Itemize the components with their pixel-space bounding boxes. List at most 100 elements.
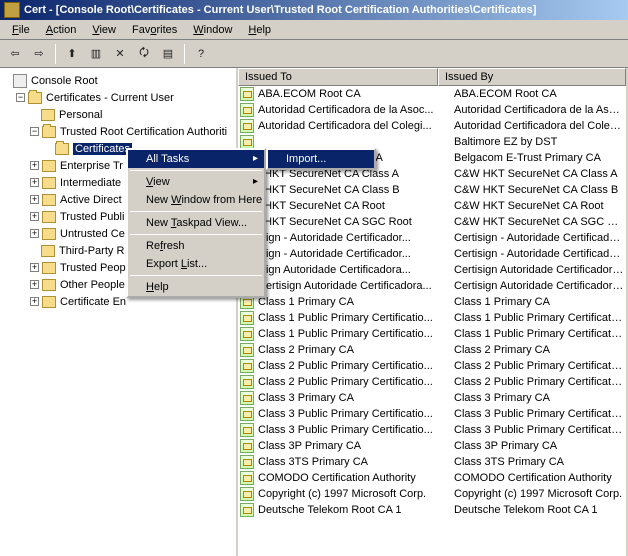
menu-separator [130,275,262,276]
folder-icon [42,126,56,138]
cell-issued-by: Class 1 Primary CA [454,296,624,308]
menuitem-help[interactable]: Help [128,278,264,296]
cell-issued-by: C&W HKT SecureNet CA Class B [454,184,624,196]
cell-issued-to: Autoridad Certificadora de la Asoc... [258,104,454,116]
cell-issued-by: C&W HKT SecureNet CA Class A [454,168,624,180]
cell-issued-by: Class 2 Public Primary Certification A..… [454,376,624,388]
expander-icon[interactable]: + [30,212,39,221]
expander-icon[interactable]: + [30,263,39,272]
cell-issued-by: Class 1 Public Primary Certification A..… [454,328,624,340]
menu-favorites[interactable]: Favorites [124,22,185,38]
tree-selected-label: Certificates [73,143,132,155]
expander-icon[interactable]: + [30,178,39,187]
table-row[interactable]: / HKT SecureNet CA SGC RootC&W HKT Secur… [238,214,626,230]
menuitem-new-taskpad[interactable]: New Taskpad View... [128,214,264,232]
cell-issued-by: Deutsche Telekom Root CA 1 [454,504,624,516]
table-row[interactable]: Class 2 Primary CAClass 2 Primary CA [238,342,626,358]
certificate-icon [240,359,254,373]
table-row[interactable]: Class 2 Public Primary Certificatio...Cl… [238,358,626,374]
expander-icon[interactable]: + [30,297,39,306]
table-row[interactable]: Class 2 Public Primary Certificatio...Cl… [238,374,626,390]
expander-icon[interactable]: − [30,127,39,136]
tree-trusted-root[interactable]: −Trusted Root Certification Authoriti [2,123,234,140]
folder-icon [42,160,56,172]
table-row[interactable]: Class 3P Primary CAClass 3P Primary CA [238,438,626,454]
folder-icon [42,177,56,189]
show-hide-tree-button[interactable]: ▥ [85,43,107,65]
forward-button[interactable]: ⇨ [28,43,50,65]
expander-icon[interactable]: + [30,161,39,170]
tree-personal[interactable]: Personal [2,106,234,123]
column-issued-to[interactable]: Issued To [238,68,438,86]
table-row[interactable]: Class 3 Public Primary Certificatio...Cl… [238,422,626,438]
list-pane[interactable]: Issued To Issued By ABA.ECOM Root CAABA.… [238,68,628,556]
certificate-icon [240,455,254,469]
menuitem-import[interactable]: Import... [268,150,374,168]
tree-pane[interactable]: Console Root −Certificates - Current Use… [0,68,238,556]
cell-issued-by: Class 3TS Primary CA [454,456,624,468]
table-row[interactable]: / HKT SecureNet CA RootC&W HKT SecureNet… [238,198,626,214]
cell-issued-to: Class 3 Public Primary Certificatio... [258,408,454,420]
expander-icon[interactable]: + [30,229,39,238]
table-row[interactable]: isign Autoridade Certificadora...Certisi… [238,262,626,278]
tree-certificates-user[interactable]: −Certificates - Current User [2,89,234,106]
table-row[interactable]: Class 1 Public Primary Certificatio...Cl… [238,326,626,342]
table-row[interactable]: Class 1 Primary CAClass 1 Primary CA [238,294,626,310]
table-row[interactable]: Autoridad Certificadora del Colegi...Aut… [238,118,626,134]
expander-icon[interactable]: + [30,195,39,204]
cell-issued-by: Copyright (c) 1997 Microsoft Corp. [454,488,624,500]
cell-issued-to: Class 1 Public Primary Certificatio... [258,328,454,340]
menu-separator [130,211,262,212]
back-button[interactable]: ⇦ [4,43,26,65]
cell-issued-by: C&W HKT SecureNet CA SGC Root [454,216,624,228]
certificate-icon [240,439,254,453]
refresh-button[interactable]: 🗘 [133,43,155,65]
cell-issued-by: Class 3 Public Primary Certification A..… [454,408,624,420]
table-row[interactable]: isign - Autoridade Certificador...Certis… [238,246,626,262]
cell-issued-to: COMODO Certification Authority [258,472,454,484]
menu-file[interactable]: File [4,22,38,38]
cell-issued-by: Class 2 Primary CA [454,344,624,356]
certificate-icon [240,391,254,405]
table-row[interactable]: Autoridad Certificadora de la Asoc...Aut… [238,102,626,118]
table-row[interactable]: isign - Autoridade Certificador...Certis… [238,230,626,246]
expander-icon[interactable]: − [16,93,25,102]
expander-icon[interactable]: + [30,280,39,289]
cell-issued-to: Class 2 Primary CA [258,344,454,356]
cell-issued-by: Baltimore EZ by DST [454,136,624,148]
menuitem-all-tasks[interactable]: All Tasks [128,150,264,168]
toolbar: ⇦ ⇨ ⬆ ▥ ✕ 🗘 ▤ ? [0,40,628,68]
folder-icon [41,109,55,121]
column-issued-by[interactable]: Issued By [438,68,626,86]
certificate-icon [240,327,254,341]
menuitem-export-list[interactable]: Export List... [128,255,264,273]
properties-button[interactable]: ✕ [109,43,131,65]
menu-view[interactable]: View [84,22,124,38]
table-row[interactable]: Copyright (c) 1997 Microsoft Corp.Copyri… [238,486,626,502]
menu-help[interactable]: Help [240,22,279,38]
help-button[interactable]: ? [190,43,212,65]
table-row[interactable]: COMODO Certification AuthorityCOMODO Cer… [238,470,626,486]
table-row[interactable]: ABA.ECOM Root CAABA.ECOM Root CA [238,86,626,102]
certificate-icon [240,87,254,101]
menuitem-refresh[interactable]: Refresh [128,237,264,255]
menu-action[interactable]: Action [38,22,85,38]
table-row[interactable]: Class 3 Primary CAClass 3 Primary CA [238,390,626,406]
certificate-icon [240,487,254,501]
menu-window[interactable]: Window [185,22,240,38]
menuitem-new-window[interactable]: New Window from Here [128,191,264,209]
table-row[interactable]: Deutsche Telekom Root CA 1Deutsche Telek… [238,502,626,518]
table-row[interactable]: / HKT SecureNet CA Class BC&W HKT Secure… [238,182,626,198]
table-row[interactable]: Certisign Autoridade Certificadora...Cer… [238,278,626,294]
folder-icon [42,279,56,291]
up-button[interactable]: ⬆ [61,43,83,65]
window-title: Cert - [Console Root\Certificates - Curr… [24,4,536,16]
table-row[interactable]: Class 1 Public Primary Certificatio...Cl… [238,310,626,326]
cell-issued-to: Class 3P Primary CA [258,440,454,452]
table-row[interactable]: Class 3 Public Primary Certificatio...Cl… [238,406,626,422]
tree-root[interactable]: Console Root [2,72,234,89]
menuitem-view[interactable]: View [128,173,264,191]
table-row[interactable]: Class 3TS Primary CAClass 3TS Primary CA [238,454,626,470]
folder-icon [42,194,56,206]
export-button[interactable]: ▤ [157,43,179,65]
